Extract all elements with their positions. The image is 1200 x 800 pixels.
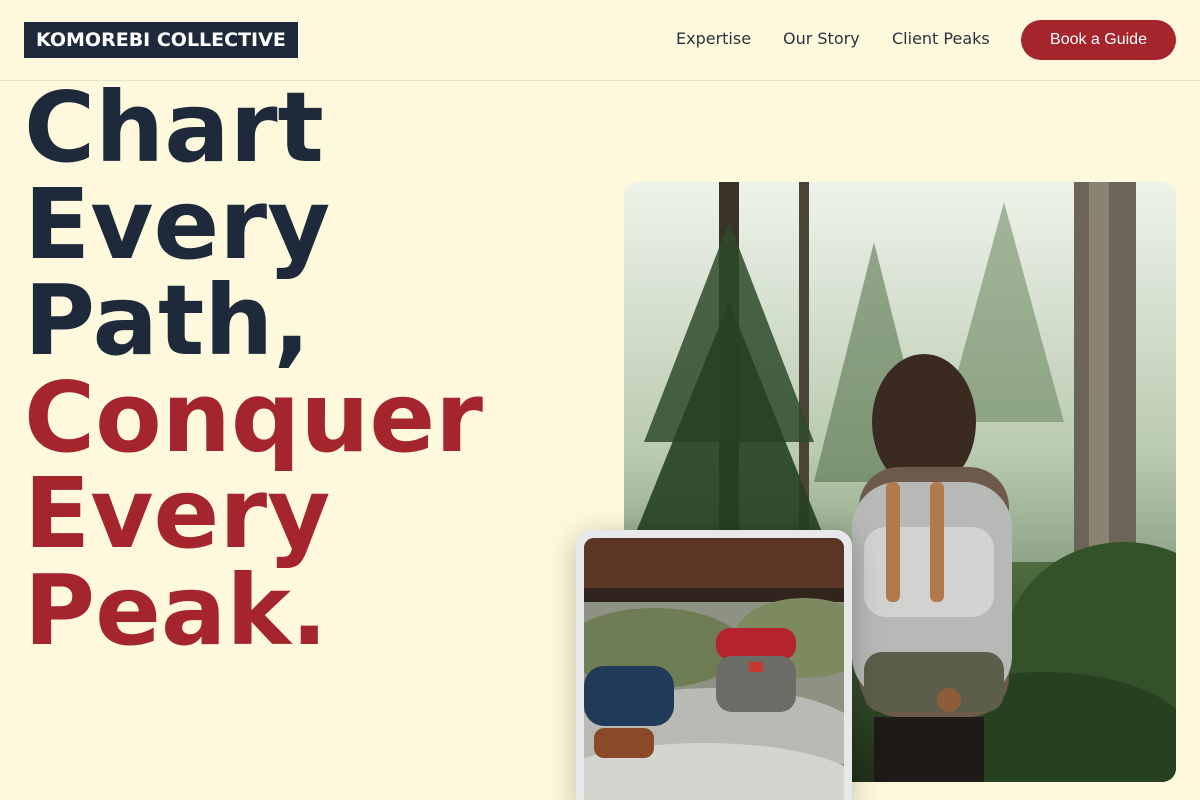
book-a-guide-button[interactable]: Book a Guide (1021, 20, 1176, 60)
secondary-image-backpacks (584, 538, 844, 800)
main-nav: Expertise Our Story Client Peaks Book a … (0, 0, 1200, 80)
secondary-image-frame (576, 530, 852, 800)
nav-link-expertise[interactable]: Expertise (676, 29, 751, 49)
hero-title-line: Path, (24, 264, 311, 377)
hero-title: Chart Every Path, Conquer Every Peak. (24, 71, 483, 667)
hero-title-line: Every (24, 167, 331, 281)
site-header: KOMOREBI COLLECTIVE Expertise Our Story … (0, 0, 1200, 81)
hero-title-accent-line: Conquer (24, 360, 483, 474)
nav-link-our-story[interactable]: Our Story (783, 29, 860, 49)
hero-title-accent-line: Every (24, 457, 331, 570)
hero-title-line: Chart (24, 71, 324, 184)
hero-title-accent-line: Peak. (24, 553, 328, 667)
nav-link-client-peaks[interactable]: Client Peaks (892, 29, 990, 49)
